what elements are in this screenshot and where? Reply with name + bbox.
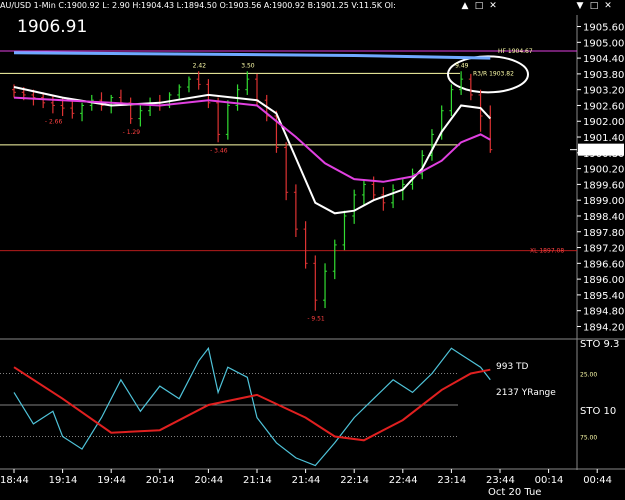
sto-tick-label: 75.00: [580, 435, 597, 442]
y-tick-label: 1895.40: [583, 291, 624, 302]
y-tick-label: 1902.60: [583, 101, 624, 112]
x-tick-label: 19:14: [49, 475, 78, 486]
y-tick-label: 1903.80: [583, 70, 624, 81]
y-tick-label: 1905.60: [583, 23, 624, 34]
trough-label: - 1.29: [123, 129, 141, 136]
ma-magenta-line: [13, 96, 491, 183]
sto-d-line: [13, 366, 491, 442]
y-tick-label: 1894.20: [583, 322, 624, 333]
y-tick-label: 1900.20: [583, 165, 624, 176]
trend-blue-line: [13, 51, 491, 60]
sto-tick-label: 25.00: [580, 372, 597, 379]
x-tick-label: 19:44: [97, 475, 126, 486]
y-tick-label: 1905.00: [583, 38, 624, 49]
y-tick-label: 1896.00: [583, 275, 624, 286]
y-tick-label: 1896.60: [583, 259, 624, 270]
level-label: R3/R 1903.82: [473, 70, 514, 77]
sto-right-label: STO 9.3: [580, 339, 619, 350]
y-tick-label: 1897.80: [583, 228, 624, 239]
yrange-annotation: 2137 YRange: [496, 388, 556, 398]
y-tick-label: 1899.00: [583, 196, 624, 207]
level-label: HF 1904.67: [498, 48, 533, 55]
x-tick-label: 00:44: [583, 475, 612, 486]
sto-right-label: STO 10: [580, 406, 616, 417]
x-tick-label: 20:14: [146, 475, 175, 486]
y-tick-label: 1897.20: [583, 244, 624, 255]
trough-label: - 3.46: [210, 147, 228, 154]
y-tick-label: 1899.60: [583, 180, 624, 191]
peak-label: 9.49: [455, 62, 469, 69]
x-tick-label: 20:44: [194, 475, 223, 486]
td-annotation: 993 TD: [496, 362, 529, 372]
big-price-readout: 1906.91: [17, 17, 88, 37]
x-tick-label: 23:44: [486, 475, 515, 486]
trough-label: - 9.51: [307, 316, 325, 323]
y-tick-label: 1904.40: [583, 54, 624, 65]
x-tick-label: 22:44: [389, 475, 418, 486]
x-tick-label: 21:14: [243, 475, 272, 486]
level-label: XL 1897.08: [530, 248, 564, 255]
y-tick-label: 1903.20: [583, 86, 624, 97]
peak-label: 3.50: [241, 62, 255, 69]
y-tick-label: 1901.40: [583, 133, 624, 144]
x-tick-label: 23:14: [437, 475, 466, 486]
date-label: Oct 20 Tue: [488, 487, 541, 498]
y-tick-label: 1898.40: [583, 212, 624, 223]
y-tick-label: 1902.00: [583, 117, 624, 128]
x-tick-label: 21:44: [292, 475, 321, 486]
x-tick-label: 00:14: [535, 475, 564, 486]
trough-label: - 2.66: [45, 118, 63, 125]
y-tick-label: 1894.80: [583, 307, 624, 318]
price-chart[interactable]: R3/R 1903.82 XL 1897.08 HF 1904.67 2.42 3.5…: [0, 0, 625, 500]
peak-label: 2.42: [193, 62, 207, 69]
last-price-label: 1900.92: [581, 146, 622, 157]
x-tick-label: 18:44: [0, 475, 29, 486]
x-tick-label: 22:14: [340, 475, 369, 486]
